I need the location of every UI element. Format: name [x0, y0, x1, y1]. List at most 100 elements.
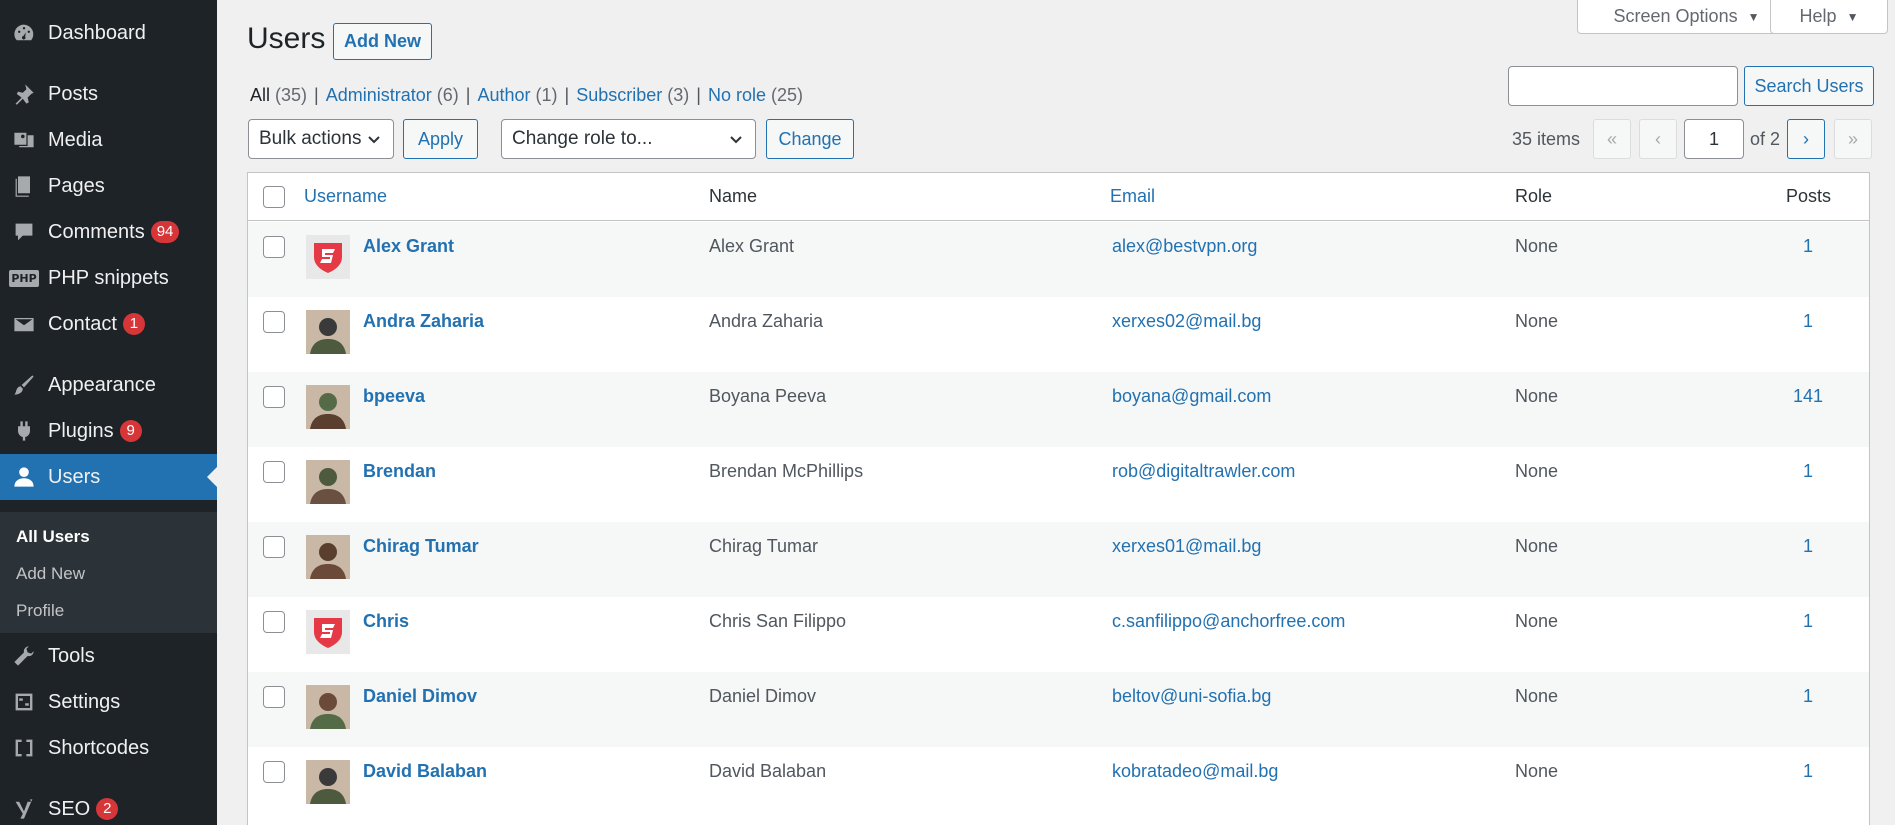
- menu-item-dashboard[interactable]: Dashboard: [0, 10, 217, 56]
- bulk-actions-select[interactable]: Bulk actions: [248, 119, 394, 159]
- user-search-input[interactable]: [1508, 66, 1738, 106]
- menu-label: Tools: [48, 644, 95, 667]
- menu-item-seo[interactable]: SEO 2: [0, 786, 217, 825]
- avatar: [306, 685, 350, 729]
- menu-label: Plugins: [48, 419, 114, 442]
- screen-options-tab[interactable]: Screen Options ▼: [1577, 0, 1796, 34]
- menu-item-tools[interactable]: Tools: [0, 633, 217, 679]
- brackets-icon: [0, 736, 48, 760]
- menu-item-media[interactable]: Media: [0, 117, 217, 163]
- table-row: bpeeva Boyana Peeva boyana@gmail.com None 14…: [248, 372, 1869, 447]
- row-checkbox[interactable]: [263, 686, 285, 708]
- username-link[interactable]: Andra Zaharia: [363, 311, 484, 332]
- posts-count-link[interactable]: 1: [1788, 686, 1828, 707]
- dashboard-icon: [0, 21, 48, 45]
- menu-item-shortcodes[interactable]: Shortcodes: [0, 725, 217, 771]
- role-value: None: [1515, 611, 1559, 631]
- email-link[interactable]: rob@digitaltrawler.com: [1112, 461, 1295, 482]
- menu-item-posts[interactable]: Posts: [0, 71, 217, 117]
- column-username[interactable]: Username: [304, 186, 387, 207]
- email-link[interactable]: xerxes02@mail.bg: [1112, 311, 1261, 332]
- posts-count-link[interactable]: 1: [1788, 761, 1828, 782]
- table-row: David Balaban David Balaban kobratadeo@mai…: [248, 747, 1869, 822]
- select-all-checkbox[interactable]: [263, 186, 285, 208]
- current-page-input[interactable]: [1684, 119, 1744, 159]
- display-name: Daniel Dimov: [709, 686, 817, 706]
- filter-all[interactable]: All (35): [250, 85, 307, 105]
- row-checkbox[interactable]: [263, 611, 285, 633]
- apply-button[interactable]: Apply: [403, 119, 478, 159]
- submenu-profile[interactable]: Profile: [0, 592, 217, 629]
- total-pages: of 2: [1750, 129, 1781, 149]
- email-link[interactable]: boyana@gmail.com: [1112, 386, 1271, 407]
- table-header: Username Name Email Role Posts: [248, 173, 1869, 221]
- posts-count-link[interactable]: 1: [1788, 311, 1828, 332]
- posts-count-link[interactable]: 1: [1788, 536, 1828, 557]
- row-checkbox[interactable]: [263, 386, 285, 408]
- email-link[interactable]: kobratadeo@mail.bg: [1112, 761, 1278, 782]
- username-link[interactable]: Daniel Dimov: [363, 686, 477, 707]
- table-row: Andra Zaharia Andra Zaharia xerxes02@mail.…: [248, 297, 1869, 372]
- filter-administrator[interactable]: Administrator (6): [326, 85, 459, 105]
- menu-label: Pages: [48, 174, 105, 197]
- avatar: [306, 535, 350, 579]
- change-role-button[interactable]: Change: [766, 119, 854, 159]
- email-link[interactable]: alex@bestvpn.org: [1112, 236, 1257, 257]
- posts-count-link[interactable]: 141: [1788, 386, 1828, 407]
- submenu-all-users[interactable]: All Users: [0, 518, 217, 555]
- menu-item-php-snippets[interactable]: PHP PHP snippets: [0, 255, 217, 301]
- menu-item-plugins[interactable]: Plugins 9: [0, 408, 217, 454]
- row-checkbox[interactable]: [263, 311, 285, 333]
- username-link[interactable]: Chris: [363, 611, 409, 632]
- pin-icon: [0, 82, 48, 106]
- next-page-button[interactable]: ›: [1787, 119, 1825, 159]
- display-name: David Balaban: [709, 761, 827, 781]
- display-name: Boyana Peeva: [709, 386, 827, 406]
- menu-item-comments[interactable]: Comments 94: [0, 209, 217, 255]
- column-role: Role: [1515, 186, 1553, 206]
- email-link[interactable]: xerxes01@mail.bg: [1112, 536, 1261, 557]
- username-link[interactable]: bpeeva: [363, 386, 425, 407]
- change-role-select[interactable]: Change role to...: [501, 119, 756, 159]
- menu-item-pages[interactable]: Pages: [0, 163, 217, 209]
- search-users-button[interactable]: Search Users: [1744, 66, 1874, 106]
- bulk-actions-value: Bulk actions: [259, 128, 362, 149]
- row-checkbox[interactable]: [263, 536, 285, 558]
- row-checkbox[interactable]: [263, 761, 285, 783]
- posts-count-link[interactable]: 1: [1788, 461, 1828, 482]
- role-value: None: [1515, 236, 1559, 256]
- email-link[interactable]: c.sanfilippo@anchorfree.com: [1112, 611, 1345, 632]
- avatar: [306, 235, 350, 279]
- menu-item-appearance[interactable]: Appearance: [0, 362, 217, 408]
- posts-count-link[interactable]: 1: [1788, 236, 1828, 257]
- avatar: [306, 610, 350, 654]
- username-link[interactable]: Chirag Tumar: [363, 536, 479, 557]
- last-page-button: »: [1834, 119, 1872, 159]
- menu-label: PHP snippets: [48, 266, 169, 289]
- row-checkbox[interactable]: [263, 461, 285, 483]
- avatar: [306, 760, 350, 804]
- username-link[interactable]: Brendan: [363, 461, 436, 482]
- menu-label: Settings: [48, 690, 121, 713]
- filter-author[interactable]: Author (1): [477, 85, 557, 105]
- items-count: 35 items: [1512, 129, 1581, 149]
- column-email[interactable]: Email: [1110, 186, 1155, 207]
- menu-item-settings[interactable]: Settings: [0, 679, 217, 725]
- help-tab[interactable]: Help ▼: [1770, 0, 1888, 34]
- username-link[interactable]: Alex Grant: [363, 236, 454, 257]
- menu-item-users[interactable]: Users: [0, 454, 217, 500]
- table-row: Brendan Brendan McPhillips rob@digitaltraw…: [248, 447, 1869, 522]
- brush-icon: [0, 373, 48, 397]
- menu-label: Media: [48, 128, 103, 151]
- users-table: Username Name Email Role Posts Alex Gran…: [247, 172, 1870, 825]
- submenu-add-new[interactable]: Add New: [0, 555, 217, 592]
- menu-label: Comments: [48, 220, 145, 243]
- filter-no-role[interactable]: No role (25): [708, 85, 803, 105]
- row-checkbox[interactable]: [263, 236, 285, 258]
- posts-count-link[interactable]: 1: [1788, 611, 1828, 632]
- add-new-user-button[interactable]: Add New: [333, 23, 432, 60]
- email-link[interactable]: beltov@uni-sofia.bg: [1112, 686, 1271, 707]
- username-link[interactable]: David Balaban: [363, 761, 487, 782]
- filter-subscriber[interactable]: Subscriber (3): [576, 85, 689, 105]
- menu-item-contact[interactable]: Contact 1: [0, 301, 217, 347]
